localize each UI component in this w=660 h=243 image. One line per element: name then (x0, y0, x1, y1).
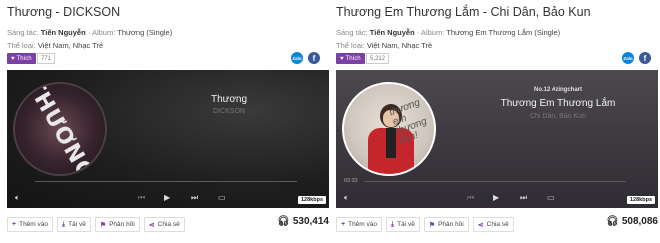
player-song-title: Thương Em Thương Lắm (500, 98, 616, 109)
composer-label: Sáng tác: (7, 28, 39, 37)
album-link[interactable]: Thương (Single) (117, 28, 172, 37)
listen-count-value: 530,414 (292, 216, 329, 227)
share-label: Chia sẻ (486, 221, 509, 228)
download-icon: ⤓ (391, 220, 395, 228)
player-artist: DICKSON (213, 108, 245, 115)
song-artist-link[interactable]: DICKSON (63, 5, 120, 19)
prev-icon[interactable]: ⏮︎ (138, 193, 145, 203)
meta-dot: · (87, 28, 91, 37)
add-to-button[interactable]: + Thêm vào (336, 217, 382, 232)
share-icon: ⋖ (477, 221, 484, 229)
facebook-share-icon[interactable]: f (639, 52, 651, 64)
add-to-button[interactable]: + Thêm vào (7, 217, 53, 232)
quality-badge[interactable]: 128kbps (297, 196, 326, 204)
like-button[interactable]: ♥ Thích (7, 53, 36, 64)
quality-badge[interactable]: 128kbps (626, 196, 655, 204)
play-icon[interactable]: ▶︎ (493, 193, 499, 203)
genre-links[interactable]: Việt Nam, Nhạc Trẻ (367, 41, 432, 50)
player-song-title: Thương (210, 94, 248, 105)
composer-link[interactable]: Tiến Nguyễn (370, 28, 415, 37)
cover-art: THƯƠNG (15, 84, 105, 174)
flag-icon: ⚑ (428, 221, 436, 229)
feedback-button[interactable]: ⚑ Phản hồi (423, 217, 469, 232)
listen-count: 🎧︎ 508,086 (606, 216, 658, 227)
song-title: Thương (7, 5, 53, 19)
song-panel-right: Thương Em Thương Lắm - Chi Dân, Bảo Kun … (333, 0, 658, 243)
genre-line: Thể loại: Việt Nam, Nhạc Trẻ (7, 41, 103, 50)
heart-icon: ♥ (340, 55, 344, 62)
plus-icon: + (341, 221, 346, 228)
genre-links[interactable]: Việt Nam, Nhạc Trẻ (38, 41, 103, 50)
plus-icon: + (12, 221, 17, 228)
facebook-share-icon[interactable]: f (308, 52, 320, 64)
share-button[interactable]: ⋖ Chia sẻ (472, 217, 514, 232)
download-button[interactable]: ⤓ Tải về (386, 217, 420, 232)
headphones-icon: 🎧︎ (277, 216, 290, 227)
share-button[interactable]: ⋖ Chia sẻ (143, 217, 185, 232)
add-to-label: Thêm vào (19, 221, 48, 228)
cover-art: thương em thương lắm! (344, 84, 434, 174)
meta-dot: · (416, 28, 420, 37)
repeat-icon[interactable]: ▭ (547, 193, 555, 203)
credits-line: Sáng tác: Tiến Nguyễn · Album: Thương (S… (7, 28, 172, 37)
feedback-label: Phản hồi (109, 221, 135, 228)
like-button[interactable]: ♥ Thích (336, 53, 365, 64)
song-panel-left: Thương - DICKSON Sáng tác: Tiến Nguyễn ·… (4, 0, 329, 243)
listen-count: 🎧︎ 530,414 (277, 216, 329, 227)
like-label: Thích (345, 55, 361, 62)
song-title: Thương Em Thương Lắm (336, 5, 480, 19)
title-separator: - (479, 5, 491, 19)
next-icon[interactable]: ⏭︎ (520, 193, 527, 203)
credits-line: Sáng tác: Tiến Nguyễn · Album: Thương Em… (336, 28, 560, 37)
headphones-icon: 🎧︎ (606, 216, 619, 227)
like-count: 5,212 (366, 53, 390, 64)
player-artist: Chi Dân, Bảo Kun (529, 113, 587, 120)
add-to-label: Thêm vào (348, 221, 377, 228)
genre-label: Thể loại: (336, 41, 365, 50)
share-icon: ⋖ (148, 221, 155, 229)
cover-text: THƯƠNG (20, 82, 100, 176)
action-bar: + Thêm vào ⤓ Tải về ⚑ Phản hồi ⋖ Chia sẻ (7, 217, 185, 232)
flag-icon: ⚑ (99, 221, 107, 229)
progress-bar[interactable] (364, 181, 626, 182)
album-label: Album: (91, 28, 116, 37)
song-artist-link[interactable]: Chi Dân, Bảo Kun (490, 5, 590, 19)
composer-label: Sáng tác: (336, 28, 368, 37)
genre-line: Thể loại: Việt Nam, Nhạc Trẻ (336, 41, 432, 50)
feedback-button[interactable]: ⚑ Phản hồi (94, 217, 140, 232)
title-separator: - (52, 5, 64, 19)
like-label: Thích (16, 55, 32, 62)
repeat-icon[interactable]: ▭ (218, 193, 226, 203)
elapsed-time: 03:32 (344, 178, 358, 184)
album-cover-disc: THƯƠNG (13, 82, 107, 176)
volume-icon[interactable]: 🔈︎ (15, 193, 20, 203)
zalo-share-icon[interactable]: Zalo (622, 52, 634, 64)
album-link[interactable]: Thương Em Thương Lắm (Single) (446, 28, 560, 37)
song-title-line: Thương Em Thương Lắm - Chi Dân, Bảo Kun (336, 5, 591, 19)
feedback-label: Phản hồi (438, 221, 464, 228)
song-title-line: Thương - DICKSON (7, 5, 120, 19)
prev-icon[interactable]: ⏮︎ (467, 193, 474, 203)
listen-count-value: 508,086 (621, 216, 658, 227)
composer-link[interactable]: Tiến Nguyễn (41, 28, 86, 37)
like-count: 771 (37, 53, 56, 64)
action-bar: + Thêm vào ⤓ Tải về ⚑ Phản hồi ⋖ Chia sẻ (336, 217, 514, 232)
chart-rank[interactable]: No.12 #zingchart (458, 87, 658, 93)
zalo-share-icon[interactable]: Zalo (291, 52, 303, 64)
play-icon[interactable]: ▶︎ (164, 193, 170, 203)
share-label: Chia sẻ (157, 221, 180, 228)
heart-icon: ♥ (11, 55, 15, 62)
download-label: Tải về (68, 221, 86, 228)
volume-icon[interactable]: 🔈︎ (344, 193, 349, 203)
album-label: Album: (420, 28, 445, 37)
next-icon[interactable]: ⏭︎ (191, 193, 198, 203)
download-icon: ⤓ (62, 220, 66, 228)
download-button[interactable]: ⤓ Tải về (57, 217, 91, 232)
progress-bar[interactable] (35, 181, 297, 182)
music-player: thương em thương lắm! No.12 #zingchart T… (336, 70, 658, 208)
genre-label: Thể loại: (7, 41, 36, 50)
album-cover-disc: thương em thương lắm! (342, 82, 436, 176)
music-player: THƯƠNG Thương DICKSON 🔈︎ ⏮︎ ▶︎ ⏭︎ ▭ 128k… (7, 70, 329, 208)
download-label: Tải về (397, 221, 415, 228)
